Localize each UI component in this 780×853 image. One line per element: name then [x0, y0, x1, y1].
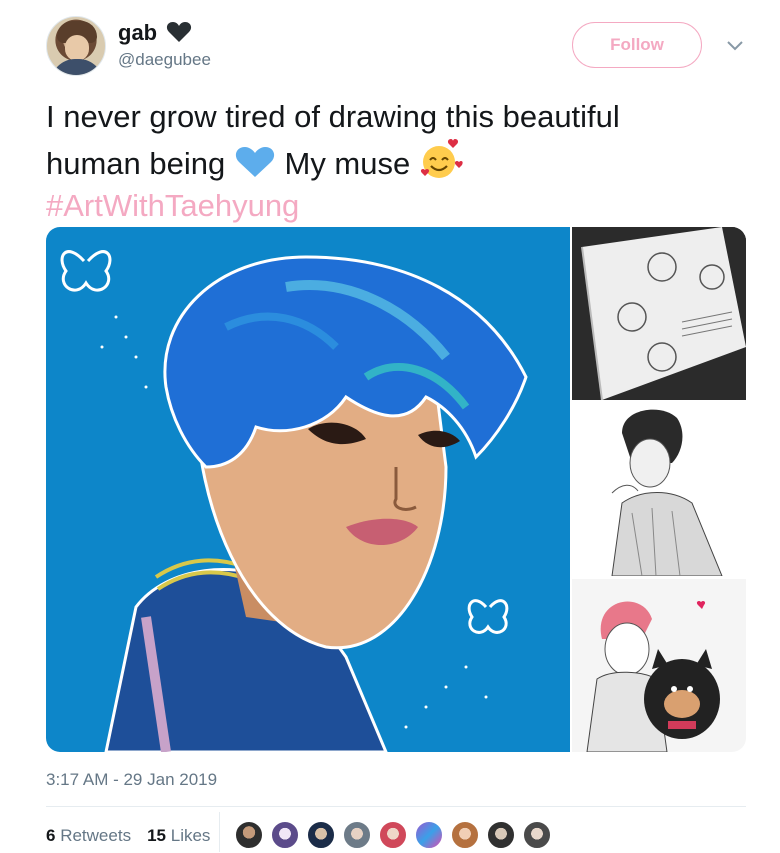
blue-heart-icon	[235, 147, 274, 177]
retweets-label: Retweets	[60, 826, 132, 845]
retweets-count: 6	[46, 826, 56, 845]
tweet-line-2: human being My muse	[46, 138, 746, 185]
media-grid	[46, 227, 746, 752]
hashtag-link[interactable]: #ArtWithTaehyung	[46, 185, 746, 227]
liker-avatar[interactable]	[306, 820, 336, 850]
dog-portrait-illustration	[586, 601, 720, 752]
avatar[interactable]	[46, 16, 106, 76]
tweet-text-human-being: human being	[46, 146, 226, 181]
avatar-face	[65, 35, 89, 61]
artwork-illustration	[60, 250, 528, 752]
tweet-line-1: I never grow tired of drawing this beaut…	[46, 99, 620, 134]
liker-avatar[interactable]	[486, 820, 516, 850]
liker-avatar[interactable]	[414, 820, 444, 850]
follow-button[interactable]: Follow	[572, 22, 702, 68]
stats-divider	[219, 812, 220, 852]
user-handle[interactable]: @daegubee	[118, 50, 211, 70]
smiling-face-with-hearts-icon	[420, 139, 463, 178]
main-artwork-image[interactable]	[46, 227, 570, 752]
avatar-shoulders	[51, 59, 103, 75]
retweets-stat[interactable]: 6 Retweets	[46, 826, 131, 845]
display-name[interactable]: gab	[118, 20, 157, 46]
tweet-timestamp[interactable]: 3:17 AM - 29 Jan 2019	[46, 770, 217, 790]
likes-count: 15	[147, 826, 166, 845]
likes-stat[interactable]: 15 Likes	[147, 826, 210, 845]
liker-avatar[interactable]	[378, 820, 408, 850]
sketchbook-illustration	[572, 227, 746, 400]
sketchbook-image[interactable]	[572, 227, 746, 400]
dog-portrait-image[interactable]	[572, 579, 746, 752]
chevron-down-icon[interactable]	[726, 40, 744, 52]
liker-avatar[interactable]	[342, 820, 372, 850]
tweet-text-my-muse: My muse	[284, 146, 411, 181]
liker-avatar[interactable]	[450, 820, 480, 850]
liker-avatar[interactable]	[234, 820, 264, 850]
tweet-stats: 6 Retweets 15 Likes	[46, 826, 210, 846]
divider	[46, 806, 746, 807]
liker-avatar[interactable]	[270, 820, 300, 850]
liker-avatar[interactable]	[522, 820, 552, 850]
black-heart-icon	[166, 22, 192, 42]
pencil-portrait-image[interactable]	[572, 403, 746, 576]
pencil-portrait-illustration	[611, 409, 723, 576]
tweet-text: I never grow tired of drawing this beaut…	[46, 96, 746, 227]
likes-label: Likes	[170, 826, 211, 845]
